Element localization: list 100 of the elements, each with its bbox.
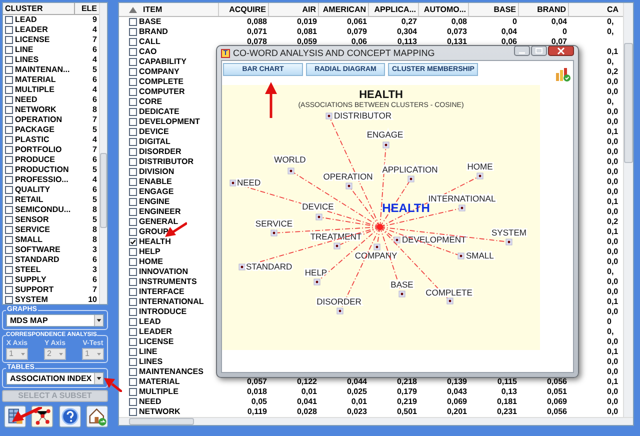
checkbox[interactable] bbox=[5, 66, 13, 74]
checkbox[interactable] bbox=[129, 188, 137, 196]
checkbox[interactable] bbox=[129, 78, 137, 86]
column-header[interactable]: CLUSTER bbox=[3, 3, 75, 14]
table-cell-text: 0,051 bbox=[546, 387, 568, 397]
scrollbar[interactable] bbox=[99, 3, 107, 304]
checkbox[interactable] bbox=[129, 278, 137, 286]
checkbox[interactable] bbox=[5, 126, 13, 134]
home-icon[interactable] bbox=[86, 405, 108, 428]
scrollbar-thumb[interactable] bbox=[624, 43, 633, 163]
checkbox[interactable] bbox=[5, 236, 13, 244]
table-cell-text: 0,056 bbox=[546, 407, 568, 417]
minimize-icon[interactable] bbox=[514, 46, 530, 56]
checkbox[interactable] bbox=[129, 348, 137, 356]
checkbox[interactable] bbox=[129, 58, 137, 66]
checkbox[interactable] bbox=[5, 56, 13, 64]
checkbox[interactable] bbox=[129, 118, 137, 126]
checkbox[interactable] bbox=[5, 246, 13, 254]
checkbox[interactable] bbox=[5, 266, 13, 274]
checkbox[interactable] bbox=[129, 88, 137, 96]
checkbox[interactable] bbox=[129, 198, 137, 206]
dropdown-value: ASSOCIATION INDEX bbox=[10, 373, 92, 384]
scrollbar[interactable] bbox=[623, 3, 633, 417]
checkbox[interactable] bbox=[129, 48, 137, 56]
scrollbar-thumb[interactable] bbox=[100, 153, 107, 228]
checkbox[interactable] bbox=[5, 296, 13, 304]
column-header[interactable]: BASE bbox=[469, 3, 519, 16]
checkbox[interactable] bbox=[129, 218, 137, 226]
checkbox[interactable] bbox=[129, 98, 137, 106]
scrollbar-thumb[interactable] bbox=[129, 418, 194, 425]
help-icon[interactable] bbox=[58, 405, 81, 428]
column-header[interactable]: AIR bbox=[269, 3, 319, 16]
checkbox[interactable] bbox=[5, 156, 13, 164]
checkbox[interactable] bbox=[129, 38, 137, 46]
network-icon[interactable] bbox=[31, 405, 54, 428]
checkbox[interactable] bbox=[5, 206, 13, 214]
checkbox[interactable] bbox=[129, 288, 137, 296]
checkbox[interactable] bbox=[129, 228, 137, 236]
checkbox[interactable] bbox=[5, 116, 13, 124]
checkbox[interactable] bbox=[129, 138, 137, 146]
checkbox[interactable] bbox=[129, 148, 137, 156]
checkbox[interactable] bbox=[129, 28, 137, 36]
checkbox[interactable] bbox=[129, 68, 137, 76]
checkbox[interactable] bbox=[129, 318, 137, 326]
checkbox[interactable] bbox=[129, 398, 137, 406]
column-header[interactable]: APPLICA... bbox=[369, 3, 419, 16]
checkbox[interactable] bbox=[129, 258, 137, 266]
checkbox[interactable] bbox=[129, 178, 137, 186]
checkbox[interactable] bbox=[5, 196, 13, 204]
item-label: ENGINEER bbox=[139, 207, 181, 217]
checkbox[interactable] bbox=[129, 108, 137, 116]
checkbox[interactable] bbox=[129, 308, 137, 316]
checkbox[interactable] bbox=[129, 268, 137, 276]
checkbox[interactable] bbox=[5, 276, 13, 284]
checkbox[interactable] bbox=[129, 208, 137, 216]
column-header[interactable]: CA bbox=[569, 3, 623, 16]
scrollbar[interactable] bbox=[119, 417, 633, 425]
checkbox[interactable] bbox=[129, 248, 137, 256]
checkbox[interactable] bbox=[129, 378, 137, 386]
checkbox[interactable] bbox=[5, 146, 13, 154]
column-header[interactable]: ELE bbox=[75, 3, 99, 14]
checkbox[interactable] bbox=[129, 408, 137, 416]
cluster-list[interactable] bbox=[2, 2, 108, 305]
checkbox[interactable] bbox=[129, 358, 137, 366]
checkbox[interactable] bbox=[129, 328, 137, 336]
tables-dropdown[interactable]: ASSOCIATION INDEX bbox=[6, 372, 104, 385]
checkbox[interactable] bbox=[5, 86, 13, 94]
checkbox[interactable] bbox=[129, 128, 137, 136]
maximize-icon[interactable] bbox=[531, 46, 547, 56]
checkbox[interactable] bbox=[5, 186, 13, 194]
checkbox[interactable] bbox=[5, 136, 13, 144]
checkbox[interactable] bbox=[5, 76, 13, 84]
checkbox[interactable] bbox=[5, 96, 13, 104]
column-header[interactable]: AMERICAN bbox=[319, 3, 369, 16]
checkbox[interactable] bbox=[129, 168, 137, 176]
column-header[interactable]: AUTOMO... bbox=[419, 3, 469, 16]
checkbox[interactable] bbox=[5, 226, 13, 234]
checkbox[interactable] bbox=[5, 216, 13, 224]
checkbox[interactable] bbox=[5, 286, 13, 294]
close-icon[interactable] bbox=[548, 46, 574, 56]
chart-icon[interactable] bbox=[555, 67, 571, 82]
column-header[interactable]: ITEM bbox=[119, 3, 219, 16]
checkbox[interactable] bbox=[5, 256, 13, 264]
checkbox[interactable] bbox=[129, 298, 137, 306]
checkbox[interactable] bbox=[129, 238, 137, 246]
checkbox[interactable] bbox=[5, 46, 13, 54]
checkbox[interactable] bbox=[5, 176, 13, 184]
column-header[interactable]: BRAND bbox=[519, 3, 569, 16]
checkbox[interactable] bbox=[129, 158, 137, 166]
checkbox[interactable] bbox=[5, 36, 13, 44]
checkbox[interactable] bbox=[129, 338, 137, 346]
column-header[interactable]: ACQUIRE bbox=[219, 3, 269, 16]
checkbox[interactable] bbox=[129, 388, 137, 396]
checkbox[interactable] bbox=[129, 368, 137, 376]
checkbox[interactable] bbox=[5, 106, 13, 114]
checkbox[interactable] bbox=[129, 18, 137, 26]
checkbox[interactable] bbox=[5, 166, 13, 174]
graphs-dropdown[interactable]: MDS MAP bbox=[6, 314, 104, 327]
checkbox[interactable] bbox=[5, 26, 13, 34]
checkbox[interactable] bbox=[5, 16, 13, 24]
